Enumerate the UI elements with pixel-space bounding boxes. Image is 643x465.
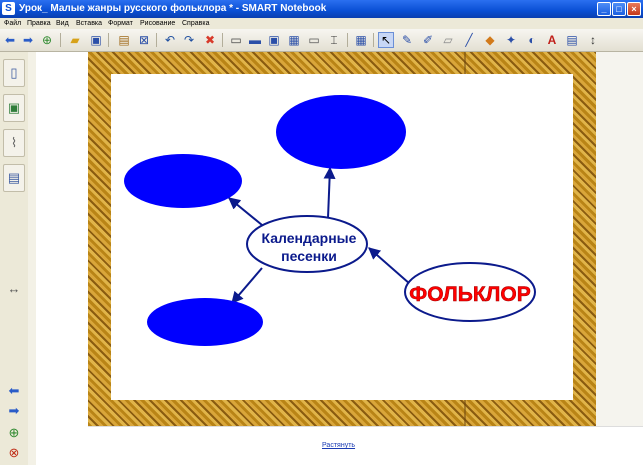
center-label-line1: Календарные xyxy=(262,230,357,246)
blue-ellipse-left[interactable] xyxy=(124,154,242,208)
arrow-top xyxy=(323,166,336,219)
folklore-label: ФОЛЬКЛОР xyxy=(409,283,530,306)
center-label-line2: песенки xyxy=(281,248,337,264)
arrow-folklore xyxy=(368,247,411,285)
stretch-link[interactable]: Растянуть xyxy=(322,442,355,449)
mind-map: Календарные песенки ФОЛЬКЛОР xyxy=(124,95,536,346)
blue-ellipse-top[interactable] xyxy=(276,95,406,169)
arrow-bottom-left xyxy=(231,267,263,304)
arrow-left xyxy=(228,197,263,226)
blue-ellipse-bottom[interactable] xyxy=(147,298,263,346)
